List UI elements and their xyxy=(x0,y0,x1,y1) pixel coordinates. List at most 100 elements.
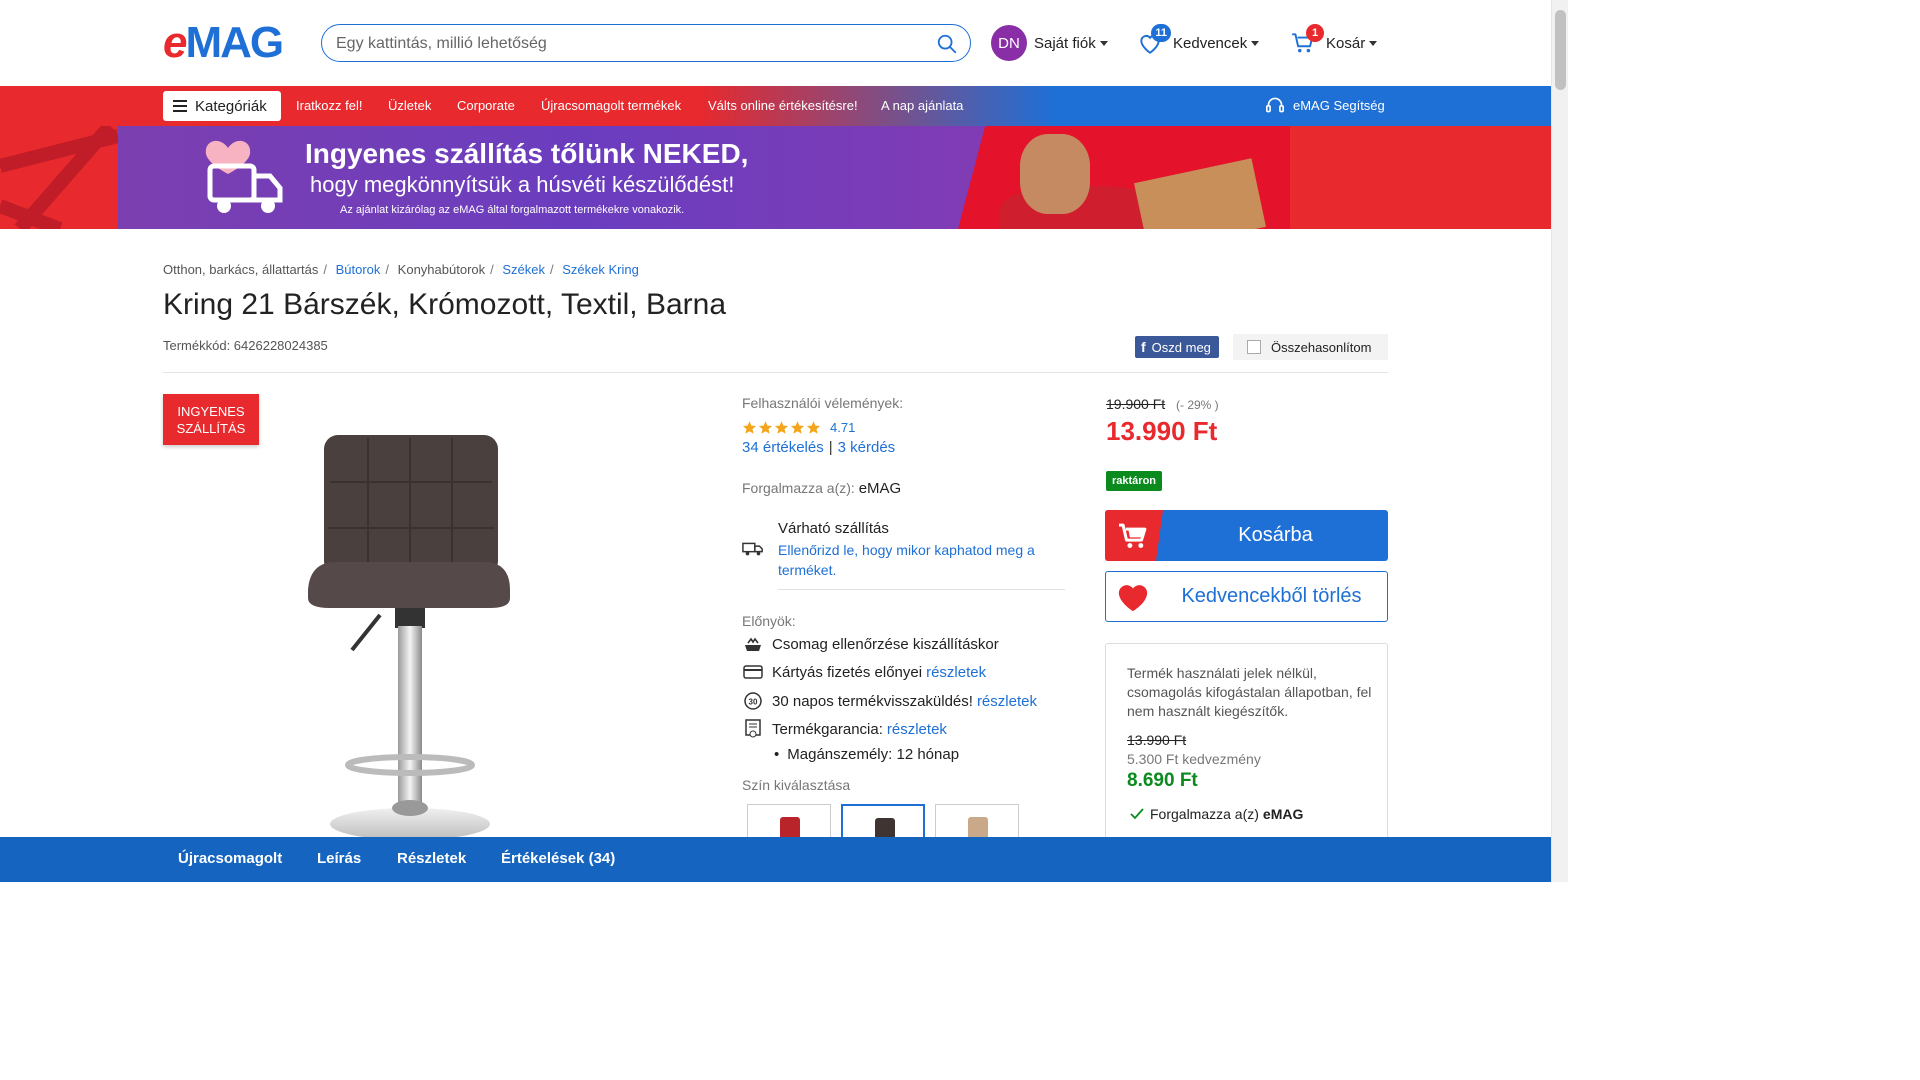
courier-face xyxy=(1020,134,1090,214)
resealed-seller-label: Forgalmazza a(z) xyxy=(1150,806,1259,822)
nav-link-resealed[interactable]: Újracsomagolt termékek xyxy=(541,98,681,113)
banner-disclaimer: Az ajánlat kizárólag az eMAG által forga… xyxy=(340,204,685,216)
delivery-truck-icon xyxy=(205,140,283,213)
questions-link[interactable]: 3 kérdés xyxy=(838,439,896,456)
benefit-text: Kártyás fizetés előnyei xyxy=(772,663,923,681)
product-image[interactable] xyxy=(300,430,520,840)
breadcrumb-item-furniture[interactable]: Bútorok xyxy=(336,262,381,277)
categories-label: Kategóriák xyxy=(195,97,267,115)
banner-decoration xyxy=(0,126,118,229)
tab-description[interactable]: Leírás xyxy=(317,850,361,867)
warranty-icon xyxy=(742,719,764,739)
tab-reviews[interactable]: Értékelések (34) xyxy=(501,850,615,867)
nav-link-subscribe[interactable]: Iratkozz fel! xyxy=(296,98,362,113)
breadcrumb-item-kitchen[interactable]: Konyhabútorok xyxy=(398,262,485,277)
menu-icon xyxy=(173,100,187,112)
check-icon xyxy=(1130,808,1144,820)
package-check-icon xyxy=(742,634,764,654)
favorites-menu[interactable]: 11 Kedvencek xyxy=(1137,24,1260,61)
resealed-old-price: 13.990 Ft xyxy=(1127,732,1187,748)
benefit-item: Csomag ellenőrzése kiszállításkor xyxy=(742,633,999,655)
scrollbar[interactable] xyxy=(1551,0,1568,882)
discount-percent: (- 29% ) xyxy=(1176,398,1219,412)
add-to-cart-button[interactable]: Kosárba xyxy=(1105,510,1388,561)
compare-label: Összehasonlítom xyxy=(1271,339,1372,355)
reviews-label: Felhasználói vélemények: xyxy=(742,395,904,411)
reviews-count-link[interactable]: 34 értékelés xyxy=(742,439,824,456)
main-nav: Kategóriák Iratkozz fel! Üzletek Corpora… xyxy=(0,86,1551,126)
nav-link-stores[interactable]: Üzletek xyxy=(388,98,431,113)
chevron-down-icon xyxy=(1099,40,1108,46)
shipping-check-link[interactable]: Ellenőrizd le, hogy mikor kaphatod meg a… xyxy=(778,540,1058,580)
promo-banner[interactable]: Ingyenes szállítás tőlünk NEKED, hogy me… xyxy=(0,126,1551,229)
star-icon xyxy=(790,421,805,434)
star-icon xyxy=(758,421,773,434)
shipping-title: Várható szállítás xyxy=(778,520,889,537)
emag-logo[interactable]: eMAG xyxy=(163,18,284,67)
heart-icon: 11 xyxy=(1137,24,1171,56)
details-link[interactable]: részletek xyxy=(887,721,947,738)
sticky-tab-bar: Újracsomagolt Leírás Részletek Értékelés… xyxy=(0,837,1551,882)
delivery-icon xyxy=(742,542,763,556)
nav-link-corporate[interactable]: Corporate xyxy=(457,98,515,113)
separator: | xyxy=(828,439,833,456)
avatar: DN xyxy=(991,25,1027,61)
breadcrumb-item-home[interactable]: Otthon, barkács, állattartás xyxy=(163,262,318,277)
free-shipping-badge: INGYENES SZÁLLÍTÁS xyxy=(163,394,259,445)
free-shipping-line1: INGYENES xyxy=(177,403,245,419)
cart-menu[interactable]: 1 Kosár xyxy=(1290,24,1378,61)
resealed-saving: 5.300 Ft kedvezmény xyxy=(1127,751,1261,767)
nav-link-deal-of-day[interactable]: A nap ajánlata xyxy=(881,98,963,113)
tab-details[interactable]: Részletek xyxy=(397,850,466,867)
facebook-icon: f xyxy=(1141,339,1146,355)
details-link[interactable]: részletek xyxy=(926,664,986,681)
benefit-item: 30 30 napos termékvisszaküldés! részletek xyxy=(742,690,1037,712)
categories-button[interactable]: Kategóriák xyxy=(163,91,281,121)
star-icon xyxy=(742,421,757,434)
star-icon xyxy=(774,421,789,434)
help-link[interactable]: eMAG Segítség xyxy=(1265,96,1385,114)
favorites-label: Kedvencek xyxy=(1173,34,1248,52)
search-icon[interactable] xyxy=(936,33,958,55)
breadcrumb: Otthon, barkács, állattartás / Bútorok / K… xyxy=(163,262,639,277)
breadcrumb-item-chairs[interactable]: Székek xyxy=(502,262,545,277)
remove-favorite-label: Kedvencekből törlés xyxy=(1181,585,1362,607)
compare-checkbox[interactable] xyxy=(1247,340,1261,354)
resealed-offer-card[interactable]: Termék használati jelek nélkül, csomagol… xyxy=(1105,643,1388,853)
logo-e: e xyxy=(163,18,188,67)
nav-link-sell-online[interactable]: Válts online értékesítésre! xyxy=(708,98,858,113)
seller-name[interactable]: eMAG xyxy=(859,480,902,497)
account-menu[interactable]: DN Saját fiók xyxy=(991,25,1108,61)
compare-toggle[interactable]: Összehasonlítom xyxy=(1233,334,1388,360)
old-price: 19.900 Ft xyxy=(1106,396,1166,412)
account-label: Saját fiók xyxy=(1034,34,1096,52)
details-link[interactable]: részletek xyxy=(977,693,1037,710)
divider xyxy=(778,589,1065,590)
banner-right-edge xyxy=(1290,126,1551,229)
benefit-text: Csomag ellenőrzése kiszállításkor xyxy=(772,635,999,653)
remove-favorite-button[interactable]: Kedvencekből törlés xyxy=(1105,571,1388,622)
benefit-item: Kártyás fizetés előnyei részletek xyxy=(742,661,986,683)
return-30-icon: 30 xyxy=(742,691,764,711)
facebook-share-button[interactable]: f Oszd meg xyxy=(1135,336,1219,358)
page-title: Kring 21 Bárszék, Krómozott, Textil, Bar… xyxy=(163,288,727,321)
search-input[interactable] xyxy=(336,33,916,55)
current-price: 13.990 Ft xyxy=(1106,416,1218,446)
benefit-text: 30 napos termékvisszaküldés! xyxy=(772,692,973,710)
cart-icon: 1 xyxy=(1290,24,1324,56)
benefit-item: Termékgarancia: részletek xyxy=(742,718,947,740)
breadcrumb-item-kring-chairs[interactable]: Székek Kring xyxy=(562,262,639,277)
rating-value: 4.71 xyxy=(830,420,856,435)
benefit-text: Termékgarancia: xyxy=(772,720,883,738)
banner-headline: Ingyenes szállítás tőlünk NEKED, xyxy=(305,138,749,169)
credit-card-icon xyxy=(742,662,764,682)
chevron-down-icon xyxy=(1251,40,1260,46)
favorites-count-badge: 11 xyxy=(1151,24,1171,42)
scrollbar-thumb[interactable] xyxy=(1555,10,1566,90)
tab-resealed[interactable]: Újracsomagolt xyxy=(178,850,282,867)
rating-stars[interactable]: 4.71 xyxy=(742,420,855,435)
help-label: eMAG Segítség xyxy=(1293,97,1385,113)
seller-info: Forgalmazza a(z): eMAG xyxy=(742,480,901,497)
share-label: Oszd meg xyxy=(1151,339,1211,355)
product-code: Termékkód: 6426228024385 xyxy=(163,338,328,353)
